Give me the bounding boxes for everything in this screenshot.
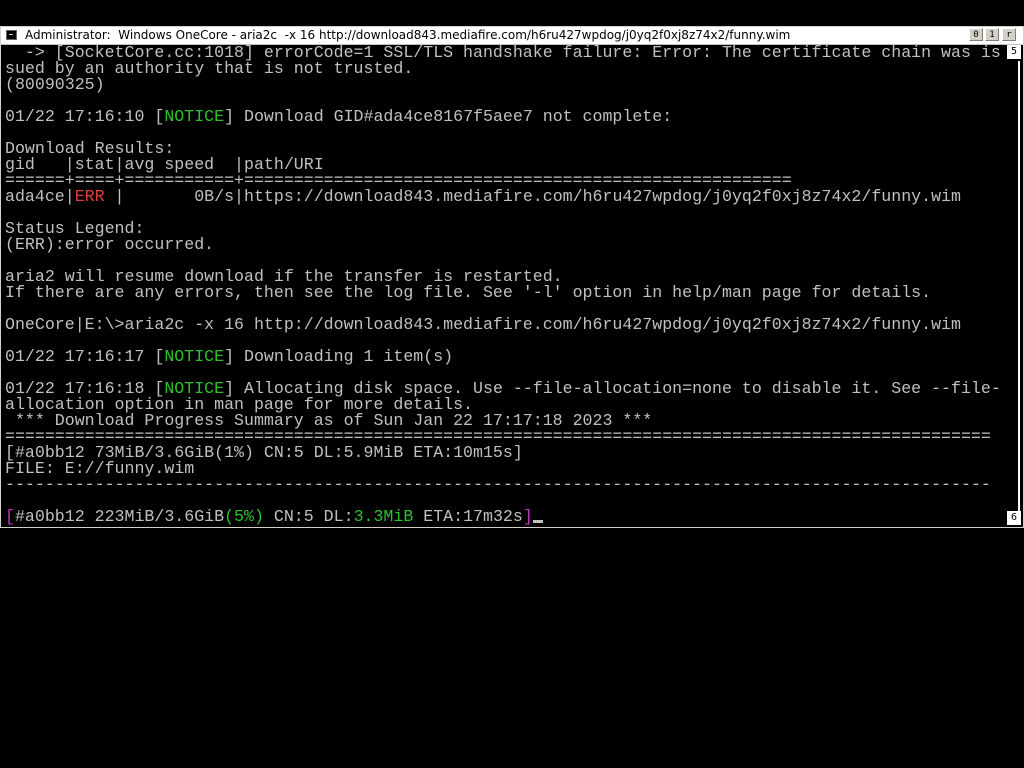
window-title: Administrator: Windows OneCore - aria2c … [25,28,791,42]
scroll-down-button[interactable]: 6 [1007,511,1021,525]
console-text-segment: NOTICE [164,107,225,126]
console-text-segment: (ERR):error occurred. [5,235,215,254]
console-line: ----------------------------------------… [5,475,1003,494]
console-text-segment: OneCore|E:\>aria2c -x 16 http://download… [5,315,961,334]
scroll-track[interactable] [1018,61,1020,511]
console-line: If there are any errors, then see the lo… [5,283,1003,302]
console-text-segment: ] Downloading 1 item(s) [224,347,454,366]
console-line: 01/22 17:16:10 [NOTICE] Download GID#ada… [5,107,1003,126]
title-bar[interactable]: Administrator: Windows OneCore - aria2c … [1,27,1023,45]
console-text-segment: (5%) [224,507,264,525]
console-line: sued by an authority that is not trusted… [5,60,1003,77]
text-cursor [532,520,543,523]
console-line: OneCore|E:\>aria2c -x 16 http://download… [5,315,1003,334]
console-line: 01/22 17:16:17 [NOTICE] Downloading 1 it… [5,347,1003,366]
console-text-segment: If there are any errors, then see the lo… [5,283,932,302]
console-line: ada4ce|ERR | 0B/s|https://download843.me… [5,187,1003,206]
console-app-icon[interactable] [6,30,17,40]
console-line: (80090325) [5,75,1003,94]
console-text-segment: CN:5 DL: [263,507,354,525]
console-text-segment: ERR [74,187,105,206]
console-text-segment: ] Download GID#ada4ce8167f5aee7 not comp… [224,107,673,126]
console-text-segment: ada4ce| [5,187,75,206]
console-line: [#a0bb12 223MiB/3.6GiB(5%) CN:5 DL:3.3Mi… [5,507,1003,525]
console-text-segment: [ [5,507,15,525]
close-button[interactable]: r [1002,28,1016,41]
console-text-segment: ETA:17m32s [413,507,523,525]
console-text-segment: 01/22 17:16:10 [ [5,107,165,126]
maximize-button[interactable]: 1 [985,28,999,41]
console-window: Administrator: Windows OneCore - aria2c … [0,26,1024,528]
console-text-segment: (80090325) [5,75,105,94]
console-text-segment: 3.3MiB [353,507,414,525]
console-text-segment: #a0bb12 223MiB/3.6GiB [14,507,225,525]
console-line: (ERR):error occurred. [5,235,1003,254]
console-text-segment: ] [522,507,533,525]
console-text-segment: | 0B/s|https://download843.mediafire.com… [104,187,961,206]
vertical-scrollbar[interactable]: 5 6 [1005,45,1023,527]
console-text-segment: 01/22 17:16:17 [ [5,347,165,366]
scroll-up-button[interactable]: 5 [1007,45,1021,59]
console-text-segment: NOTICE [164,347,225,366]
minimize-button[interactable]: 0 [969,28,983,41]
console-text-segment: ----------------------------------------… [5,475,991,494]
console-output[interactable]: -> [SocketCore.cc:1018] errorCode=1 SSL/… [5,45,1003,525]
